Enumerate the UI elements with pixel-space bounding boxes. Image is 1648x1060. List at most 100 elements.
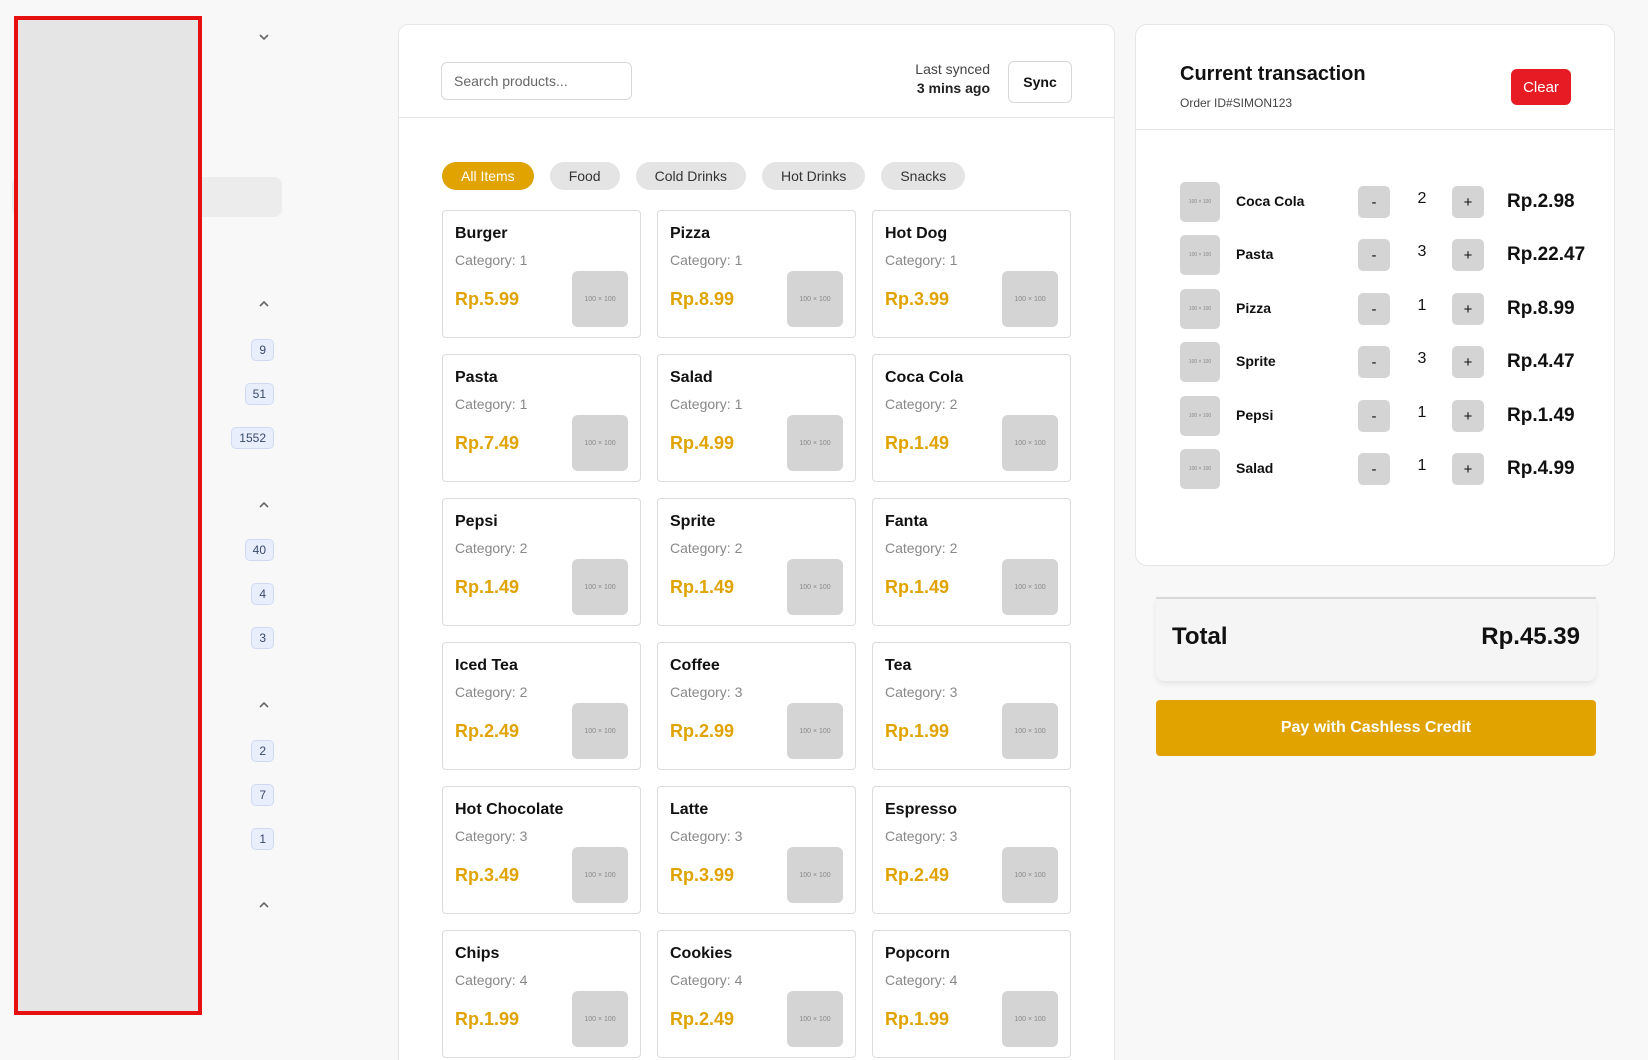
product-card[interactable]: Coca Cola Category: 2 Rp.1.49 100 × 100 — [872, 354, 1071, 482]
decrease-qty-button[interactable]: - — [1358, 400, 1390, 432]
product-card[interactable]: Pizza Category: 1 Rp.8.99 100 × 100 — [657, 210, 856, 338]
line-item-image: 100 × 100 — [1180, 182, 1220, 222]
decrease-qty-button[interactable]: - — [1358, 453, 1390, 485]
decrease-qty-button[interactable]: - — [1358, 346, 1390, 378]
product-card[interactable]: Salad Category: 1 Rp.4.99 100 × 100 — [657, 354, 856, 482]
chevron-up-icon[interactable] — [252, 893, 276, 917]
product-card[interactable]: Pepsi Category: 2 Rp.1.49 100 × 100 — [442, 498, 641, 626]
product-price: Rp.7.49 — [455, 433, 520, 453]
product-image: 100 × 100 — [572, 415, 628, 471]
increase-qty-button[interactable]: + — [1452, 453, 1484, 485]
product-card[interactable]: Popcorn Category: 4 Rp.1.99 100 × 100 — [872, 930, 1071, 1058]
product-card[interactable]: Iced Tea Category: 2 Rp.2.49 100 × 100 — [442, 642, 641, 770]
category-chip[interactable]: Food — [549, 162, 620, 190]
chevron-up-icon[interactable] — [252, 493, 276, 517]
product-card[interactable]: Espresso Category: 3 Rp.2.49 100 × 100 — [872, 786, 1071, 914]
line-item-image: 100 × 100 — [1180, 235, 1220, 275]
product-category: Category: 3 — [670, 828, 743, 844]
product-card[interactable]: Tea Category: 3 Rp.1.99 100 × 100 — [872, 642, 1071, 770]
product-card[interactable]: Coffee Category: 3 Rp.2.99 100 × 100 — [657, 642, 856, 770]
line-item-price: Rp.8.99 — [1507, 298, 1575, 319]
product-name: Latte — [670, 801, 709, 818]
pay-button[interactable]: Pay with Cashless Credit — [1156, 700, 1596, 756]
category-chip[interactable]: Hot Drinks — [761, 162, 866, 190]
increase-qty-button[interactable]: + — [1452, 186, 1484, 218]
category-chip[interactable]: Cold Drinks — [635, 162, 746, 190]
product-category: Category: 4 — [885, 972, 958, 988]
product-card[interactable]: Hot Chocolate Category: 3 Rp.3.49 100 × 100 — [442, 786, 641, 914]
product-image: 100 × 100 — [787, 559, 843, 615]
chevron-down-icon[interactable] — [252, 25, 276, 49]
category-chip[interactable]: All Items — [442, 162, 534, 190]
product-name: Popcorn — [885, 945, 950, 962]
product-price: Rp.3.49 — [455, 865, 520, 885]
count-badge: 3 — [251, 627, 274, 649]
transaction-line: 100 × 100 Pasta - 3 + Rp.22.47 — [1180, 235, 1600, 275]
product-category: Category: 3 — [670, 684, 743, 700]
product-image: 100 × 100 — [1002, 271, 1058, 327]
increase-qty-button[interactable]: + — [1452, 346, 1484, 378]
decrease-qty-button[interactable]: - — [1358, 293, 1390, 325]
decrease-qty-button[interactable]: - — [1358, 186, 1390, 218]
line-item-name: Pepsi — [1236, 407, 1274, 423]
product-card[interactable]: Chips Category: 4 Rp.1.99 100 × 100 — [442, 930, 641, 1058]
product-image: 100 × 100 — [1002, 847, 1058, 903]
product-image: 100 × 100 — [572, 559, 628, 615]
product-image: 100 × 100 — [572, 847, 628, 903]
order-id: Order ID#SIMON123 — [1180, 96, 1293, 110]
line-item-name: Pizza — [1236, 300, 1272, 316]
product-category: Category: 1 — [455, 252, 528, 268]
product-category: Category: 1 — [455, 396, 528, 412]
product-price: Rp.2.49 — [885, 865, 950, 885]
product-card[interactable]: Hot Dog Category: 1 Rp.3.99 100 × 100 — [872, 210, 1071, 338]
increase-qty-button[interactable]: + — [1452, 400, 1484, 432]
line-item-image: 100 × 100 — [1180, 396, 1220, 436]
product-name: Hot Chocolate — [455, 801, 564, 818]
product-card[interactable]: Pasta Category: 1 Rp.7.49 100 × 100 — [442, 354, 641, 482]
increase-qty-button[interactable]: + — [1452, 239, 1484, 271]
count-badge: 9 — [251, 339, 274, 361]
category-chip[interactable]: Snacks — [881, 162, 966, 190]
product-category: Category: 1 — [670, 396, 743, 412]
chevron-up-icon[interactable] — [252, 292, 276, 316]
product-name: Tea — [885, 657, 912, 674]
transaction-title: Current transaction — [1180, 63, 1366, 85]
product-price: Rp.3.99 — [670, 865, 735, 885]
product-card[interactable]: Burger Category: 1 Rp.5.99 100 × 100 — [442, 210, 641, 338]
product-name: Pasta — [455, 369, 498, 386]
sync-button[interactable]: Sync — [1008, 61, 1072, 103]
product-card[interactable]: Sprite Category: 2 Rp.1.49 100 × 100 — [657, 498, 856, 626]
product-category: Category: 2 — [885, 396, 958, 412]
total-summary: Total Rp.45.39 — [1156, 597, 1596, 681]
increase-qty-button[interactable]: + — [1452, 293, 1484, 325]
clear-button[interactable]: Clear — [1511, 69, 1571, 105]
product-card[interactable]: Cookies Category: 4 Rp.2.49 100 × 100 — [657, 930, 856, 1058]
product-name: Pepsi — [455, 513, 498, 530]
decrease-qty-button[interactable]: - — [1358, 239, 1390, 271]
line-item-name: Coca Cola — [1236, 193, 1305, 209]
search-input[interactable] — [441, 62, 632, 100]
product-image: 100 × 100 — [787, 847, 843, 903]
product-name: Hot Dog — [885, 225, 948, 242]
line-item-price: Rp.4.47 — [1507, 351, 1575, 372]
product-name: Burger — [455, 225, 508, 242]
transaction-header: Current transaction Order ID#SIMON123 Cl… — [1136, 25, 1614, 130]
line-item-price: Rp.1.49 — [1507, 405, 1575, 426]
product-image: 100 × 100 — [787, 415, 843, 471]
product-price: Rp.4.99 — [670, 433, 735, 453]
product-price: Rp.1.49 — [455, 577, 520, 597]
product-price: Rp.2.49 — [670, 1009, 735, 1029]
product-price: Rp.1.49 — [885, 433, 950, 453]
product-image: 100 × 100 — [1002, 559, 1058, 615]
chevron-up-icon[interactable] — [252, 693, 276, 717]
count-badge: 4 — [251, 583, 274, 605]
product-name: Fanta — [885, 513, 928, 530]
line-item-name: Sprite — [1236, 353, 1276, 369]
product-card[interactable]: Fanta Category: 2 Rp.1.49 100 × 100 — [872, 498, 1071, 626]
last-synced-label: Last synced — [915, 61, 990, 77]
line-item-image: 100 × 100 — [1180, 342, 1220, 382]
count-badge: 51 — [244, 383, 274, 405]
product-card[interactable]: Latte Category: 3 Rp.3.99 100 × 100 — [657, 786, 856, 914]
line-item-qty: 1 — [1417, 297, 1427, 314]
line-item-price: Rp.4.99 — [1507, 458, 1575, 479]
